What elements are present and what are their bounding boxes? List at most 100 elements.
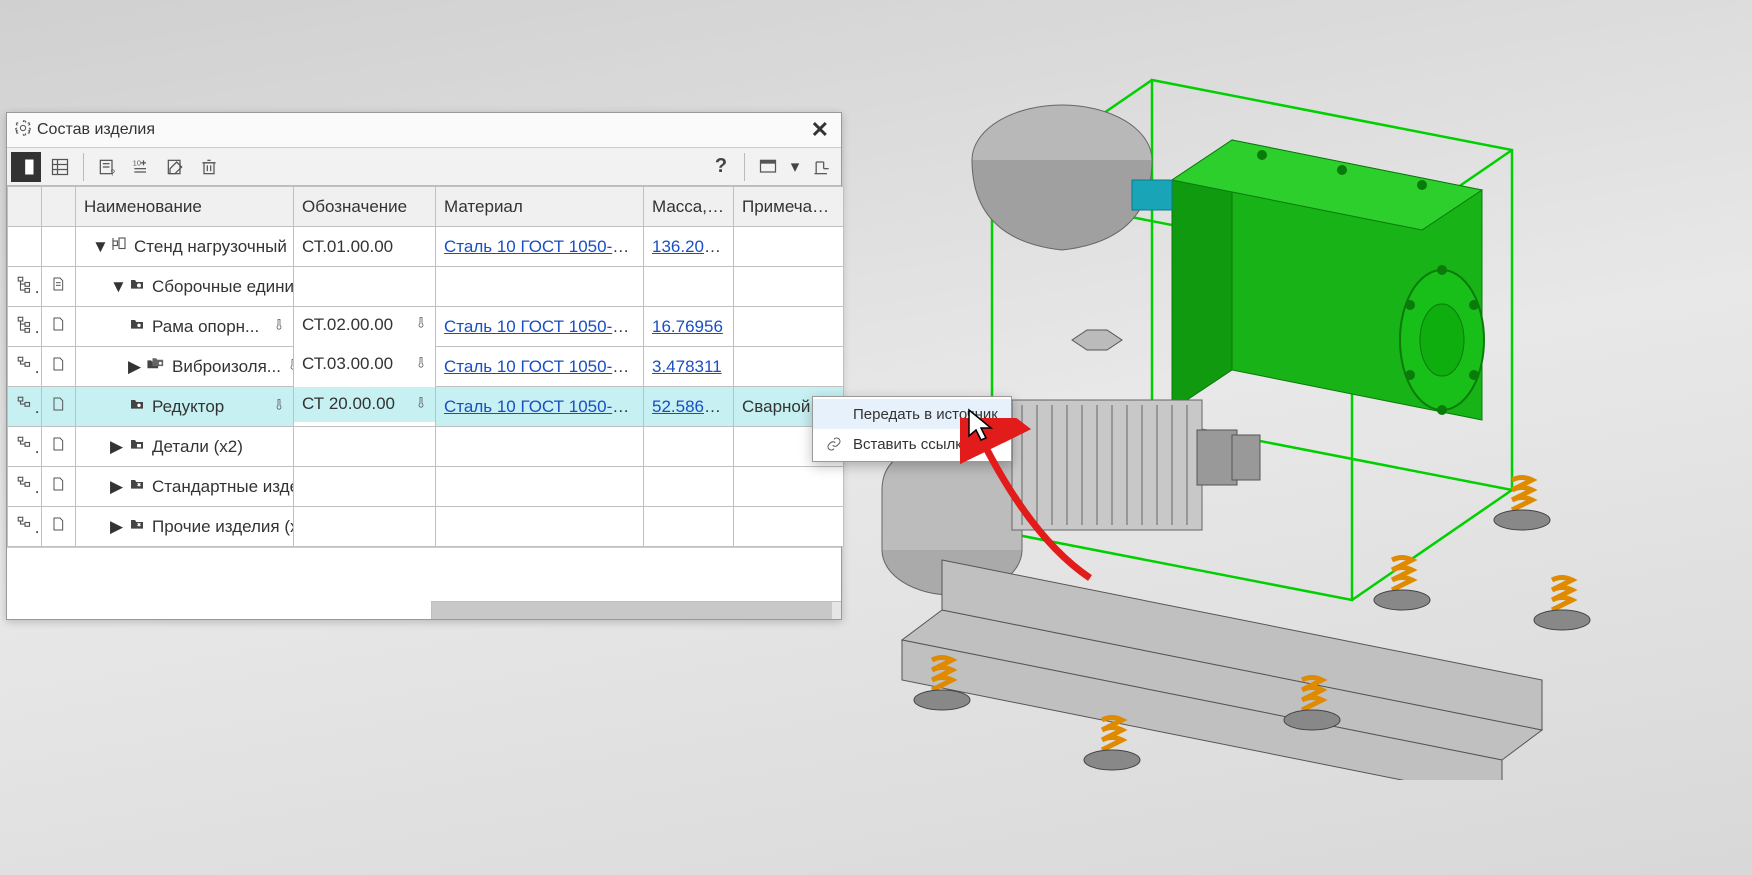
table-row[interactable]: Рама опорн... СТ.02.00.00 Сталь 10 ГОСТ … xyxy=(8,307,844,347)
thermometer-icon xyxy=(287,355,294,378)
delete-button[interactable] xyxy=(194,152,224,182)
folder-assembly-icon xyxy=(128,276,146,297)
caret-right-icon[interactable]: ▶ xyxy=(128,357,140,377)
help-button[interactable]: ? xyxy=(706,152,736,182)
table-header-row: Наименование Обозначение Материал Масса,… xyxy=(8,187,844,227)
view-tree-button[interactable] xyxy=(11,152,41,182)
row-name-text: Детали (x2) xyxy=(152,437,243,457)
scrollbar-thumb[interactable] xyxy=(432,602,832,619)
hierarchy-icon xyxy=(16,278,34,297)
document-icon xyxy=(50,398,66,417)
row-name-text: Прочие изделия (x1) xyxy=(152,517,294,537)
bom-panel: Состав изделия ✕ ? 10 ? ▾ xyxy=(6,112,842,620)
ctx-insert-link[interactable]: Вставить ссылку xyxy=(813,429,1011,459)
properties-button[interactable]: ? xyxy=(92,152,122,182)
panel-titlebar[interactable]: Состав изделия ✕ xyxy=(7,113,841,148)
window-layout-button[interactable] xyxy=(753,152,783,182)
material-link[interactable]: Сталь 10 ГОСТ 1050-2013 xyxy=(444,237,644,256)
material-link[interactable]: Сталь 10 ГОСТ 1050-2013 xyxy=(444,317,644,336)
assembly-icon xyxy=(128,396,146,417)
document-icon xyxy=(50,358,66,377)
add-row-button[interactable]: 10 xyxy=(126,152,156,182)
view-table-button[interactable] xyxy=(45,152,75,182)
hierarchy-icon xyxy=(16,318,34,337)
panel-title-text: Состав изделия xyxy=(37,121,155,139)
assembly-root-icon xyxy=(110,235,128,258)
row-desig[interactable]: СТ 20.00.00 xyxy=(302,394,395,414)
col-name[interactable]: Наименование xyxy=(76,187,294,227)
thermometer-icon xyxy=(273,315,285,338)
caret-down-icon[interactable]: ▼ xyxy=(110,277,122,297)
row-name-text: Рама опорн... xyxy=(152,317,259,337)
ctx-item-label: Передать в источник xyxy=(853,406,998,423)
svg-text:10: 10 xyxy=(133,158,141,167)
caret-right-icon[interactable]: ▶ xyxy=(110,477,122,497)
close-button[interactable]: ✕ xyxy=(807,117,833,143)
caret-right-icon[interactable]: ▶ xyxy=(110,517,122,537)
panel-footer xyxy=(7,547,841,619)
context-menu: Передать в источник Вставить ссылку xyxy=(812,396,1012,462)
row-name-text: Редуктор xyxy=(152,397,224,417)
edit-button[interactable] xyxy=(160,152,190,182)
caret-right-icon[interactable]: ▶ xyxy=(110,437,122,457)
col-designation[interactable]: Обозначение xyxy=(294,187,436,227)
hierarchy-icon xyxy=(16,398,34,417)
hierarchy-icon xyxy=(16,518,34,537)
bom-table: Наименование Обозначение Материал Масса,… xyxy=(7,186,844,547)
table-row[interactable]: ▶ Детали (x2) xyxy=(8,427,844,467)
mass-link[interactable]: 3.478311 xyxy=(652,357,722,376)
table-row[interactable]: ▼ Стенд нагрузочный СТ.01.00.00 Сталь 10… xyxy=(8,227,844,267)
multi-assembly-icon xyxy=(146,356,166,377)
col-material[interactable]: Материал xyxy=(436,187,644,227)
row-note[interactable] xyxy=(734,227,844,267)
document-icon xyxy=(50,478,66,497)
table-row[interactable]: ▶ Прочие изделия (x1) xyxy=(8,507,844,547)
toolbar: ? 10 ? ▾ xyxy=(7,148,841,186)
mass-link[interactable]: 16.76956 xyxy=(652,317,723,336)
table-row[interactable]: ▶ Стандартные изделия (x79) xyxy=(8,467,844,507)
folder-other-icon xyxy=(128,516,146,537)
row-desig[interactable]: СТ.02.00.00 xyxy=(302,315,393,335)
structure-button[interactable] xyxy=(807,152,837,182)
thermometer-icon xyxy=(273,395,285,418)
mass-link[interactable]: 136.2077... xyxy=(652,237,734,256)
thermometer-icon xyxy=(415,393,427,416)
thermometer-icon xyxy=(415,353,427,376)
ctx-send-to-source[interactable]: Передать в источник xyxy=(813,399,1011,429)
assembly-icon xyxy=(128,316,146,337)
hierarchy-icon xyxy=(16,438,34,457)
row-name-text: Стандартные изделия (x79) xyxy=(152,477,294,497)
row-name-text: Виброизоля... xyxy=(172,357,281,377)
layout-dropdown[interactable]: ▾ xyxy=(787,152,803,182)
folder-standard-icon xyxy=(128,476,146,497)
row-desig[interactable]: СТ.03.00.00 xyxy=(302,354,393,374)
ctx-item-label: Вставить ссылку xyxy=(853,436,970,453)
document-icon xyxy=(50,318,66,337)
folder-parts-icon xyxy=(128,436,146,457)
col-mass[interactable]: Масса, кг xyxy=(644,187,734,227)
link-icon xyxy=(825,435,843,453)
row-name-text: Стенд нагрузочный xyxy=(134,237,287,257)
mass-link[interactable]: 52.586525 xyxy=(652,397,732,416)
svg-text:?: ? xyxy=(110,167,115,177)
material-link[interactable]: Сталь 10 ГОСТ 1050-2013 xyxy=(444,357,644,376)
table-row-selected[interactable]: Редуктор СТ 20.00.00 Сталь 10 ГОСТ 1050-… xyxy=(8,387,844,427)
caret-down-icon[interactable]: ▼ xyxy=(92,237,104,257)
document-icon xyxy=(50,278,66,297)
row-note[interactable] xyxy=(734,307,844,347)
document-icon xyxy=(50,518,66,537)
document-icon xyxy=(50,438,66,457)
row-name-text: Сборочные единицы (x12) xyxy=(152,277,294,297)
blank-icon xyxy=(825,405,843,423)
material-link[interactable]: Сталь 10 ГОСТ 1050-2013 xyxy=(444,397,644,416)
gear-icon xyxy=(15,120,31,141)
col-note[interactable]: Примечание xyxy=(734,187,844,227)
row-note[interactable] xyxy=(734,347,844,387)
horizontal-scrollbar[interactable] xyxy=(431,601,841,619)
thermometer-icon xyxy=(415,313,427,336)
hierarchy-icon xyxy=(16,358,34,377)
table-row[interactable]: ▼ Сборочные единицы (x12) xyxy=(8,267,844,307)
hierarchy-icon xyxy=(16,478,34,497)
table-row[interactable]: ▶ Виброизоля... СТ.03.00.00 Сталь 10 ГОС… xyxy=(8,347,844,387)
row-desig[interactable]: СТ.01.00.00 xyxy=(294,227,436,267)
